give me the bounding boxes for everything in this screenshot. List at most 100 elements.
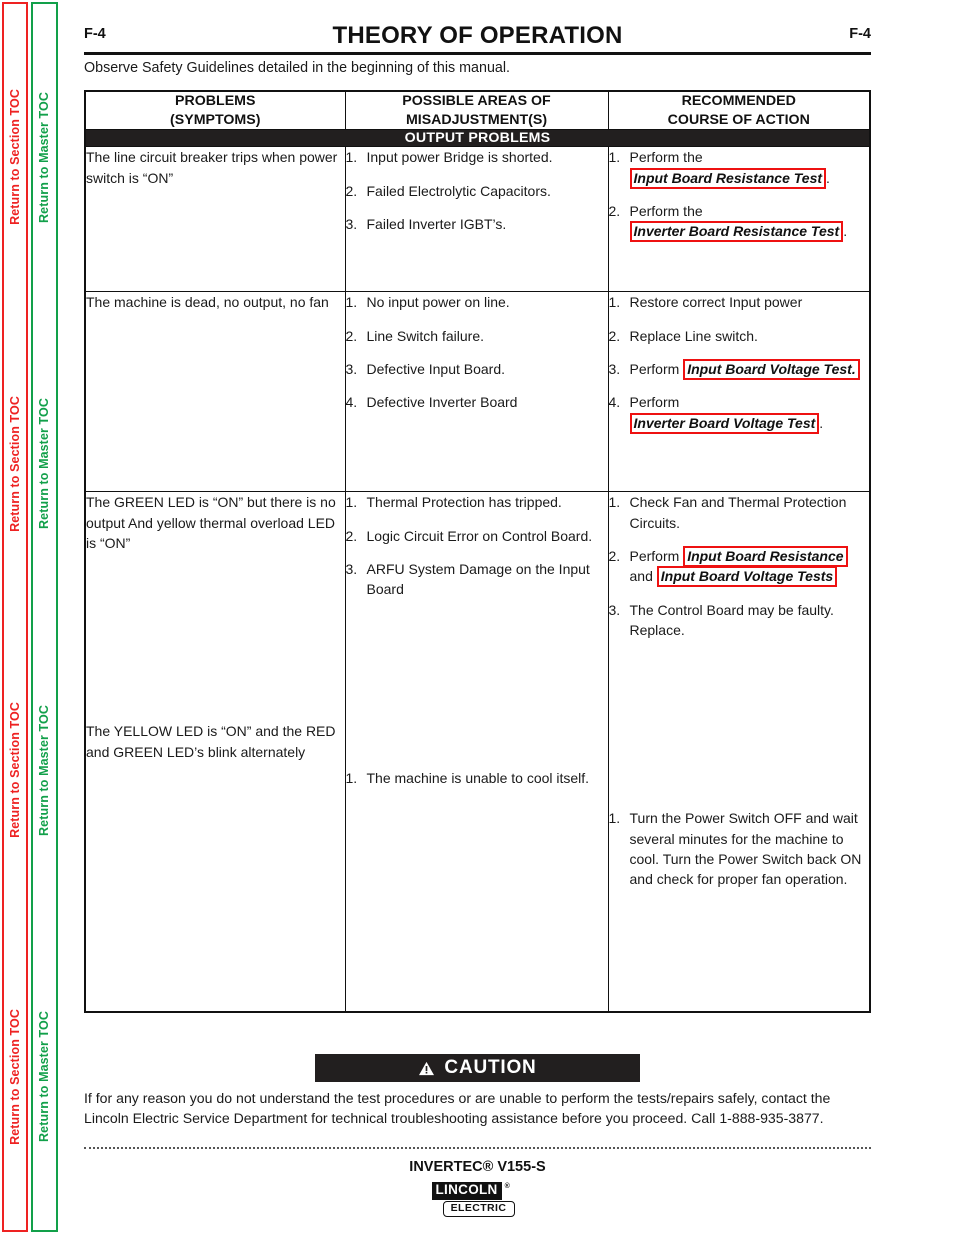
- list-number: 4.: [608, 394, 621, 411]
- list-item: 1. The machine is unable to cool itself.: [346, 768, 608, 788]
- return-to-section-toc-link[interactable]: Return to Section TOC: [8, 702, 22, 838]
- list-number: 1.: [608, 294, 621, 311]
- list-number: 3.: [345, 216, 358, 233]
- list-text: Failed Electrolytic Capacitors.: [366, 182, 551, 199]
- list-item: 4. Defective Inverter Board: [346, 392, 608, 412]
- symptom-cell: The GREEN LED is “ON” but there is no ou…: [84, 491, 346, 1013]
- column-header-misadjustments: POSSIBLE AREAS OF MISADJUSTMENT(S): [344, 90, 609, 131]
- list-number: 1.: [345, 149, 358, 166]
- caution-banner: CAUTION: [315, 1054, 640, 1082]
- logo-subtitle: ELECTRIC: [442, 1200, 515, 1217]
- table-header-row: PROBLEMS (SYMPTOMS) POSSIBLE AREAS OF MI…: [84, 90, 871, 131]
- list-text: No input power on line.: [366, 294, 510, 311]
- misadjustment-list: 1. Thermal Protection has tripped. 2. Logi…: [346, 492, 608, 599]
- column-header-line: PROBLEMS: [175, 93, 256, 109]
- page-header: F-4 THEORY OF OPERATION F-4: [84, 22, 871, 56]
- action-cell: 1. Restore correct Input power 2. Replace …: [607, 291, 871, 493]
- list-item: 1. Check Fan and Thermal Protection Circu…: [609, 492, 870, 533]
- return-to-master-toc-link[interactable]: Return to Master TOC: [37, 1011, 51, 1142]
- list-item: 2. Line Switch failure.: [346, 326, 608, 346]
- footer-divider: [84, 1147, 871, 1149]
- link-inverter-board-voltage-test[interactable]: Inverter Board Voltage Test: [629, 412, 820, 434]
- link-input-board-voltage-test[interactable]: Input Board Voltage Test.: [683, 359, 860, 381]
- link-input-board-voltage-tests[interactable]: Input Board Voltage Tests: [656, 566, 838, 588]
- list-text: Defective Inverter Board: [366, 394, 518, 411]
- symptom-text: The machine is dead, no output, no fan: [86, 294, 329, 311]
- section-band-label: OUTPUT PROBLEMS: [84, 129, 871, 148]
- return-to-master-toc-link[interactable]: Return to Master TOC: [37, 398, 51, 529]
- return-to-master-toc-link[interactable]: Return to Master TOC: [37, 705, 51, 836]
- list-text: The Control Board may be faulty. Replace…: [629, 601, 834, 638]
- warning-triangle-icon: [419, 1061, 435, 1075]
- caution-body-text: If for any reason you do not understand …: [84, 1090, 831, 1127]
- list-item: 1. Input power Bridge is shorted.: [346, 147, 608, 167]
- header-rule: [84, 52, 871, 55]
- list-text: Input power Bridge is shorted.: [366, 149, 553, 166]
- list-number: 1.: [608, 149, 621, 166]
- list-text-tail: .: [826, 169, 830, 186]
- return-to-section-toc-link[interactable]: Return to Section TOC: [8, 396, 22, 532]
- toc-sidebar: Return to Section TOC Return to Section …: [0, 0, 62, 1235]
- list-text: Perform: [629, 548, 684, 565]
- list-number: 1.: [608, 494, 621, 511]
- registered-trademark-icon: ®: [504, 1183, 510, 1190]
- column-header-line: COURSE OF ACTION: [667, 111, 810, 128]
- column-header-line: RECOMMENDED: [681, 93, 796, 109]
- return-to-master-toc-link[interactable]: Return to Master TOC: [37, 92, 51, 223]
- action-list-secondary: 1. Turn the Power Switch OFF and wait sev…: [609, 808, 870, 889]
- link-inverter-board-resistance-test[interactable]: Inverter Board Resistance Test: [629, 221, 844, 243]
- list-text: Thermal Protection has tripped.: [366, 494, 562, 511]
- column-header-line: POSSIBLE AREAS OF: [402, 93, 551, 109]
- list-item: 2. Perform Input Board Resistance and Inp…: [608, 546, 870, 588]
- list-item: 1. Thermal Protection has tripped.: [346, 492, 608, 512]
- misadjustment-cell: 1. No input power on line. 2. Line Switch …: [344, 291, 609, 493]
- column-header-line: MISADJUSTMENT(S): [405, 111, 548, 128]
- column-header-problems: PROBLEMS (SYMPTOMS): [84, 90, 346, 131]
- master-toc-column[interactable]: Return to Master TOC Return to Master TO…: [31, 2, 58, 1232]
- list-number: 2.: [345, 527, 358, 544]
- list-item: 1. No input power on line.: [346, 292, 608, 312]
- page-title: THEORY OF OPERATION: [332, 22, 623, 49]
- section-band-row: OUTPUT PROBLEMS: [84, 129, 871, 148]
- list-text: Restore correct Input power: [629, 294, 803, 311]
- list-item: 3. Perform Input Board Voltage Test.: [608, 359, 870, 381]
- list-item: 4. Perform Inverter Board Voltage Test.: [608, 392, 870, 434]
- misadjustment-list-secondary: 1. The machine is unable to cool itself.: [346, 768, 608, 788]
- list-item: 2. Failed Electrolytic Capacitors.: [346, 181, 608, 201]
- list-item: 1. Turn the Power Switch OFF and wait sev…: [609, 808, 870, 889]
- symptom-text: The line circuit breaker trips when powe…: [86, 149, 338, 186]
- misadjustment-list: 1. No input power on line. 2. Line Switch …: [346, 292, 608, 412]
- list-text: Perform: [629, 361, 684, 378]
- list-number: 2.: [608, 327, 621, 344]
- page-number-right: F-4: [849, 26, 871, 42]
- logo-inner: LINCOLN ® ELECTRIC: [431, 1182, 524, 1217]
- table-row: The machine is dead, no output, no fan 1…: [84, 291, 871, 493]
- list-item: 3. Defective Input Board.: [346, 359, 608, 379]
- list-text: Replace Line switch.: [629, 327, 758, 344]
- return-to-section-toc-link[interactable]: Return to Section TOC: [8, 1009, 22, 1145]
- misadjustment-list: 1. Input power Bridge is shorted. 2. Faile…: [346, 147, 608, 234]
- list-number: 3.: [345, 361, 358, 378]
- symptom-cell: The line circuit breaker trips when powe…: [84, 146, 346, 293]
- safety-note: Observe Safety Guidelines detailed in th…: [84, 60, 510, 76]
- list-number: 2.: [608, 548, 621, 565]
- link-input-board-resistance-test[interactable]: Input Board Resistance Test: [629, 167, 827, 189]
- list-number: 3.: [608, 361, 621, 378]
- list-number: 3.: [608, 601, 621, 618]
- list-text: Perform: [629, 394, 680, 411]
- table-row: The line circuit breaker trips when powe…: [84, 146, 871, 293]
- list-item: 2. Replace Line switch.: [609, 326, 870, 346]
- return-to-section-toc-link[interactable]: Return to Section TOC: [8, 89, 22, 225]
- link-input-board-resistance[interactable]: Input Board Resistance: [683, 546, 848, 568]
- list-text: Defective Input Board.: [366, 361, 506, 378]
- lincoln-electric-logo: LINCOLN ® ELECTRIC: [84, 1182, 871, 1217]
- list-number: 4.: [345, 394, 358, 411]
- list-item: 3. ARFU System Damage on the Input Board: [346, 559, 608, 600]
- section-toc-column[interactable]: Return to Section TOC Return to Section …: [2, 2, 28, 1232]
- list-item: 1. Restore correct Input power: [609, 292, 870, 312]
- list-text: Perform the: [629, 203, 703, 220]
- list-number: 2.: [345, 182, 358, 199]
- action-cell: 1. Perform the Input Board Resistance Tes…: [607, 146, 871, 293]
- list-item: 3. Failed Inverter IGBT’s.: [346, 214, 608, 234]
- action-list: 1. Perform the Input Board Resistance Tes…: [608, 147, 870, 243]
